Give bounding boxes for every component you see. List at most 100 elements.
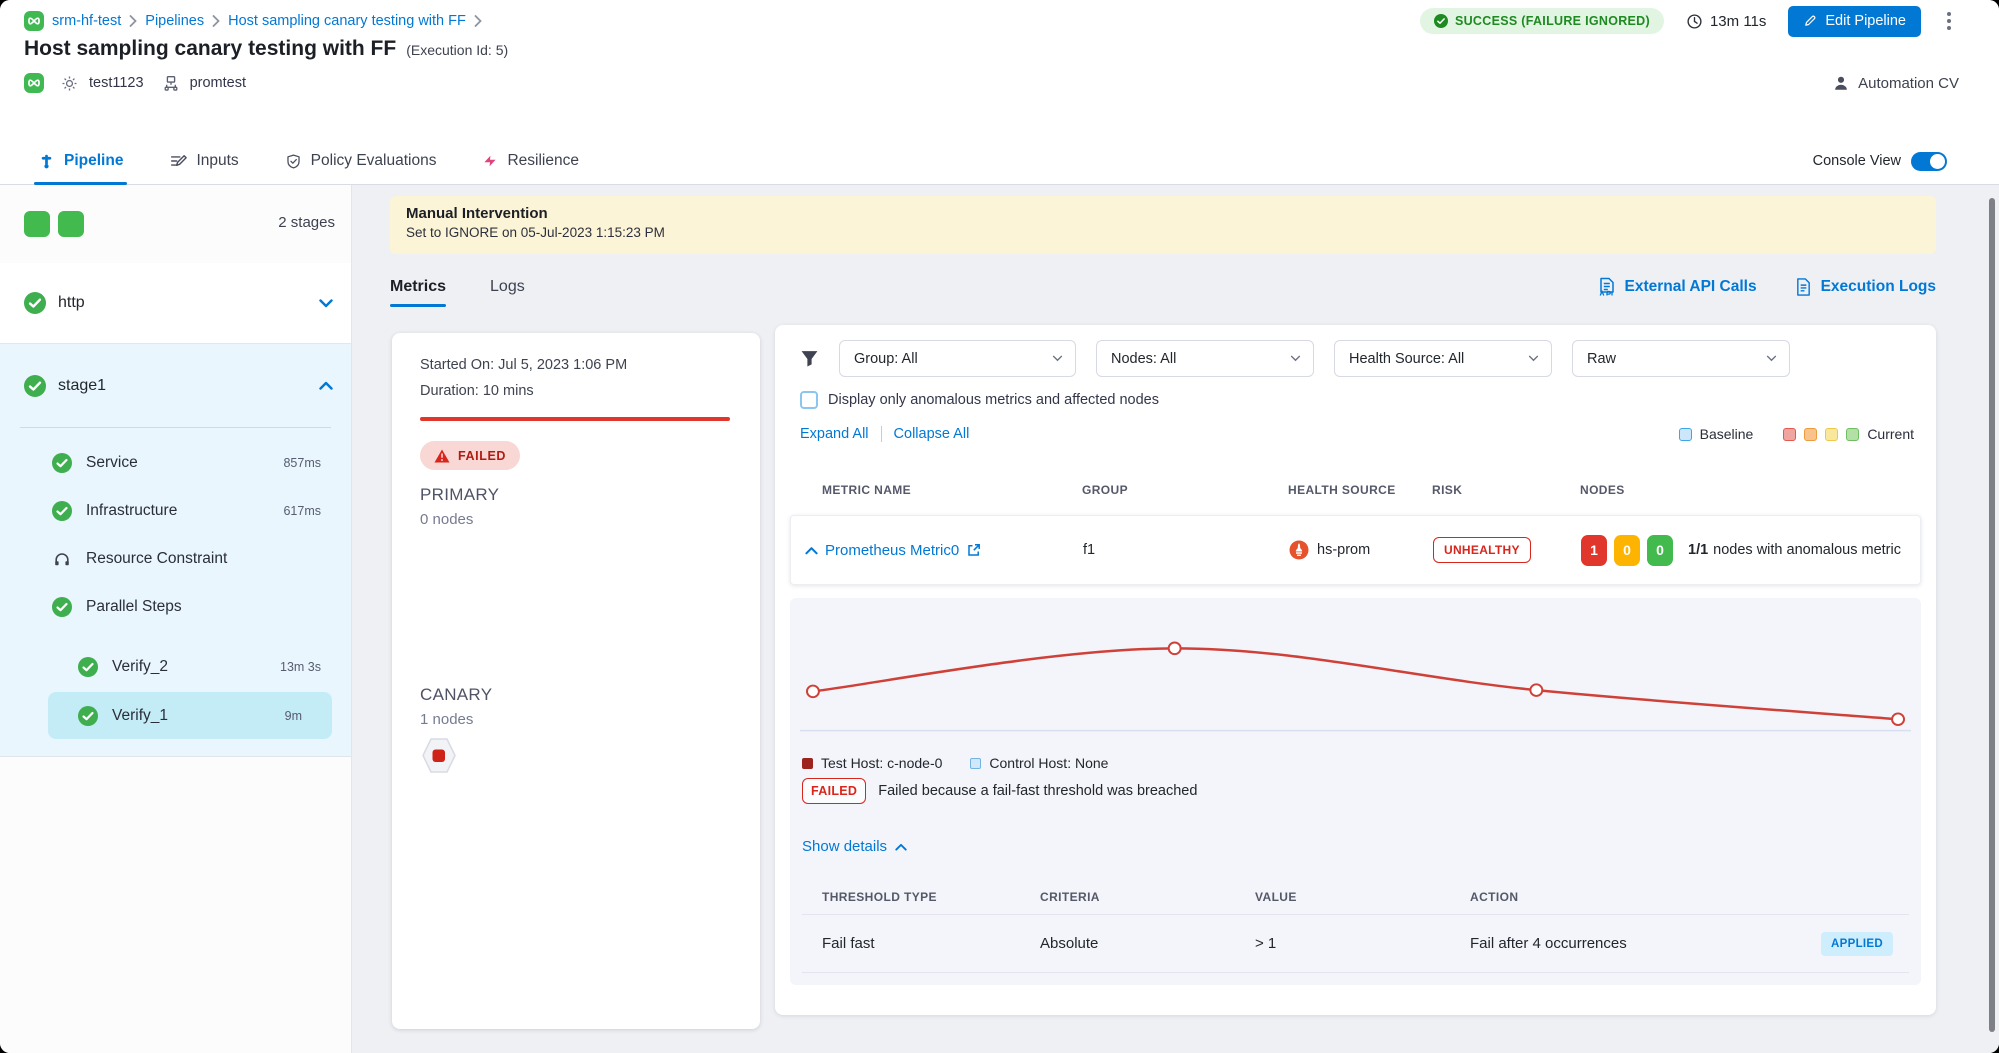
current-legend-swatch-red bbox=[1783, 428, 1796, 441]
metric-mode-value: Raw bbox=[1587, 351, 1616, 367]
metric-group-cell: f1 bbox=[1083, 516, 1095, 584]
tab-resilience[interactable]: Resilience bbox=[482, 138, 579, 184]
more-options-icon[interactable] bbox=[1943, 8, 1955, 34]
current-legend-swatch-green bbox=[1846, 428, 1859, 441]
chevron-down-icon bbox=[1528, 355, 1539, 362]
execution-title-row: Host sampling canary testing with FF (Ex… bbox=[24, 37, 508, 61]
baseline-legend-swatch bbox=[1679, 428, 1692, 441]
show-details-link[interactable]: Show details bbox=[802, 838, 907, 855]
environment-name[interactable]: promtest bbox=[190, 75, 246, 91]
unhealthy-node-count-badge: 1 bbox=[1581, 535, 1607, 566]
breadcrumb: srm-hf-test Pipelines Host sampling cana… bbox=[24, 8, 1955, 34]
tab-inputs[interactable]: Inputs bbox=[169, 138, 238, 184]
infrastructure-icon bbox=[162, 74, 180, 92]
health-source-filter-dropdown[interactable]: Health Source: All bbox=[1334, 340, 1552, 377]
primary-label: PRIMARY bbox=[420, 485, 499, 505]
harness-service-icon bbox=[24, 73, 44, 93]
chevron-up-icon bbox=[895, 843, 907, 851]
step-item-verify-1[interactable]: Verify_1 9m bbox=[48, 692, 332, 739]
step-label: Verify_2 bbox=[112, 658, 168, 676]
nodes-filter-dropdown[interactable]: Nodes: All bbox=[1096, 340, 1314, 377]
tab-logs[interactable]: Logs bbox=[490, 265, 525, 309]
console-view-toggle[interactable] bbox=[1911, 152, 1947, 171]
anomalous-checkbox-label: Display only anomalous metrics and affec… bbox=[828, 392, 1159, 408]
stage-item-http[interactable]: http bbox=[0, 263, 351, 344]
stage-status-squares bbox=[24, 211, 84, 237]
pipeline-icon bbox=[38, 153, 55, 170]
step-item-infrastructure[interactable]: Infrastructure 617ms bbox=[0, 488, 351, 534]
tab-inputs-label: Inputs bbox=[196, 152, 238, 170]
check-circle-icon bbox=[78, 706, 98, 726]
gear-icon bbox=[60, 74, 79, 93]
column-header-health-source: HEALTH SOURCE bbox=[1288, 483, 1396, 497]
collapse-all-link[interactable]: Collapse All bbox=[894, 426, 970, 442]
group-filter-value: Group: All bbox=[854, 351, 918, 367]
unhealthy-badge: UNHEALTHY bbox=[1433, 537, 1531, 563]
edit-pipeline-button[interactable]: Edit Pipeline bbox=[1788, 6, 1921, 37]
external-api-calls-link[interactable]: External API Calls bbox=[1598, 277, 1757, 297]
metric-mode-dropdown[interactable]: Raw bbox=[1572, 340, 1790, 377]
collapse-metric-icon[interactable] bbox=[805, 516, 818, 584]
stage-count: 2 stages bbox=[278, 214, 335, 231]
stage-item-stage1[interactable]: stage1 bbox=[0, 344, 351, 427]
test-host-swatch bbox=[802, 758, 813, 769]
column-header-group: GROUP bbox=[1082, 483, 1128, 497]
metric-table-row[interactable]: Prometheus Metric0 f1 hs-prom UNHEALTHY … bbox=[790, 515, 1921, 585]
vertical-scrollbar[interactable] bbox=[1989, 198, 1995, 1032]
user-name: Automation CV bbox=[1858, 75, 1959, 92]
metric-name-link[interactable]: Prometheus Metric0 bbox=[825, 516, 981, 584]
health-source-cell: hs-prom bbox=[1289, 516, 1370, 584]
breadcrumb-project[interactable]: srm-hf-test bbox=[52, 13, 121, 29]
step-label: Resource Constraint bbox=[86, 550, 227, 568]
tab-policy-evaluations[interactable]: Policy Evaluations bbox=[285, 138, 437, 184]
step-item-parallel-steps[interactable]: Parallel Steps bbox=[0, 584, 351, 630]
tab-metrics[interactable]: Metrics bbox=[390, 265, 446, 309]
step-item-service[interactable]: Service 857ms bbox=[0, 440, 351, 486]
filter-funnel-icon[interactable] bbox=[800, 349, 819, 368]
canary-node-hexagon-icon[interactable] bbox=[418, 737, 460, 774]
console-view-label: Console View bbox=[1813, 153, 1901, 169]
step-label: Verify_1 bbox=[112, 707, 168, 725]
tab-pipeline[interactable]: Pipeline bbox=[38, 138, 123, 184]
metric-chart-panel: Test Host: c-node-0 Control Host: None F… bbox=[790, 598, 1921, 985]
chevron-up-icon[interactable] bbox=[319, 381, 333, 390]
anomalous-filter-row: Display only anomalous metrics and affec… bbox=[800, 391, 1159, 409]
anomalous-checkbox[interactable] bbox=[800, 391, 818, 409]
step-item-verify-2[interactable]: Verify_2 13m 3s bbox=[0, 644, 351, 690]
breadcrumb-pipelines[interactable]: Pipelines bbox=[145, 13, 204, 29]
check-circle-icon bbox=[52, 597, 72, 617]
show-details-label: Show details bbox=[802, 838, 887, 855]
group-filter-dropdown[interactable]: Group: All bbox=[839, 340, 1076, 377]
canary-label: CANARY bbox=[420, 685, 492, 705]
healthy-node-count-badge: 0 bbox=[1647, 535, 1673, 566]
primary-nodes-count: 0 nodes bbox=[420, 511, 473, 528]
expand-collapse-row: Expand All Collapse All Baseline Current bbox=[800, 423, 1914, 445]
check-circle-icon bbox=[24, 292, 46, 314]
tab-logs-label: Logs bbox=[490, 278, 525, 296]
stage-http-label: http bbox=[58, 294, 85, 312]
filter-row: Group: All Nodes: All Health Source: All… bbox=[800, 340, 1914, 377]
tab-pipeline-label: Pipeline bbox=[64, 152, 123, 170]
chevron-down-icon[interactable] bbox=[319, 299, 333, 308]
breadcrumb-pipeline-name[interactable]: Host sampling canary testing with FF bbox=[228, 13, 466, 29]
user-icon bbox=[1832, 74, 1850, 92]
failure-reason-text: Failed because a fail-fast threshold was… bbox=[878, 783, 1197, 799]
external-api-calls-label: External API Calls bbox=[1625, 278, 1757, 296]
nodes-filter-value: Nodes: All bbox=[1111, 351, 1176, 367]
current-legend-swatch-orange bbox=[1804, 428, 1817, 441]
step-duration: 857ms bbox=[283, 456, 321, 470]
service-name[interactable]: test1123 bbox=[89, 75, 144, 91]
divider bbox=[881, 426, 882, 442]
step-item-resource-constraint[interactable]: Resource Constraint bbox=[0, 536, 351, 582]
main-content: Manual Intervention Set to IGNORE on 05-… bbox=[353, 185, 1999, 1053]
execution-logs-link[interactable]: Execution Logs bbox=[1795, 277, 1936, 297]
tab-resilience-label: Resilience bbox=[507, 152, 579, 170]
column-header-action: ACTION bbox=[1470, 890, 1518, 904]
step-label: Service bbox=[86, 454, 138, 472]
expand-all-link[interactable]: Expand All bbox=[800, 426, 869, 442]
manual-intervention-banner: Manual Intervention Set to IGNORE on 05-… bbox=[390, 196, 1936, 254]
external-link-icon bbox=[967, 543, 981, 557]
health-source-name: hs-prom bbox=[1317, 542, 1370, 558]
check-circle-icon bbox=[78, 657, 98, 677]
stage-stage1-section: stage1 Service 857ms Infrastructure 617m… bbox=[0, 344, 351, 757]
